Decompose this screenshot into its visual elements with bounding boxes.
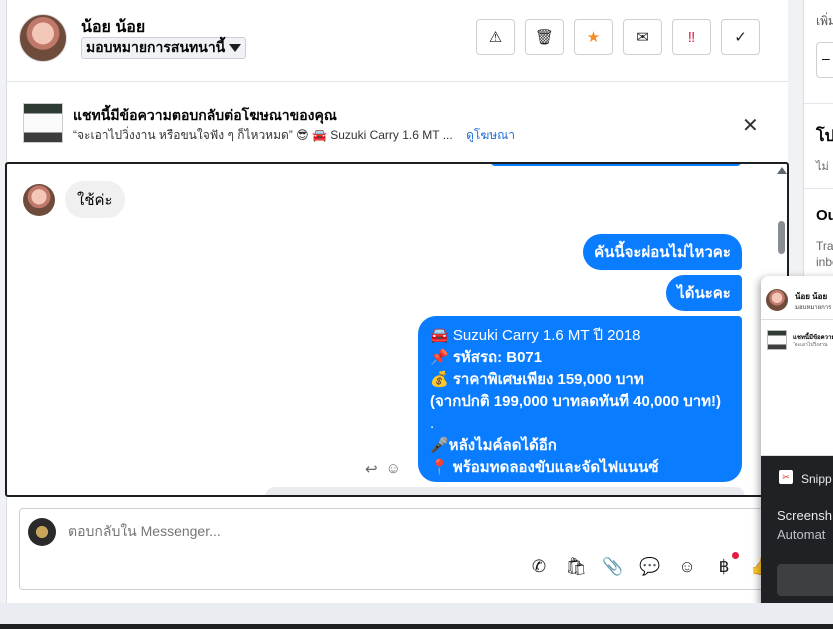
notification-title: Screensh [777,508,832,523]
scrollbar-thumb[interactable] [778,221,785,254]
screenshot-preview[interactable]: น้อย น้อย มอบหมายการ แชทนี้มีข้อความ “จะ… [761,276,833,456]
listing-line: . [430,415,435,432]
listing-line: 📌 รหัสรถ: B071 [430,349,543,366]
outgoing-message-listing[interactable]: 🚘 Suzuki Carry 1.6 MT ปี 2018 📌 รหัสรถ: … [418,316,742,482]
ad-banner-subtitle: “จะเอาไปวิ่งงาน หรือขนใจฟัง ๆ ก็ไหวหมด” … [73,126,515,145]
outgoing-message[interactable]: คันนี้จะผ่อนไม่ไหวคะ [583,234,742,270]
reply-composer: ✆ 🛍 📎 💬 ☺ ฿ 👍 [19,508,779,590]
listing-line: 🎤หลังไมค์ลดได้อีก [430,437,557,454]
listing-line: 💰 ราคาพิเศษเพียง 159,000 บาท [430,371,644,388]
previous-message-bubble [491,164,741,166]
done-icon: ✓ [734,29,747,46]
message-thread[interactable]: ใช้ค่ะ คันนี้จะผ่อนไม่ไหวคะ ได้นะคะ 🚘 Su… [5,162,789,497]
spam-icon: ⚠ [488,29,503,46]
listing-line: 📍 พร้อมทดลองขับและจัดไฟแนนซ์ [430,459,659,476]
conversation-header: น้อย น้อย มอบหมายการสนทนานี้ ⚠ 🗑 ★ ✉ ‼ ✓ [7,0,789,82]
listing-line: (จากปกติ 199,000 บาทลดทันที 40,000 บาท!) [430,393,722,410]
ad-thumbnail[interactable] [23,103,63,143]
scroll-up-arrow-icon[interactable] [777,167,787,174]
app-name: Snipp [801,472,832,486]
important-icon: ‼ [687,28,696,46]
listing-line: 🚘 Suzuki Carry 1.6 MT ปี 2018 [430,327,641,344]
divider [804,188,833,189]
phone-icon[interactable]: ✆ [528,557,550,577]
divider [804,103,833,104]
next-message-preview [265,487,745,495]
composer-toolbar: ✆ 🛍 📎 💬 ☺ ฿ 👍 [528,552,772,577]
assign-label: มอบหมายการสนทนานี้ [86,39,226,55]
section-title: โป [816,128,833,145]
reply-input[interactable] [68,523,718,539]
right-panel-header: เพิ่ม [816,14,833,28]
message-actions: ↩ ☺ [365,460,401,478]
page-avatar [28,518,56,546]
shopping-bag-icon[interactable]: 🛍 [565,557,587,577]
mark-unread-button[interactable]: ✉ [623,19,662,55]
section-title: Ou [816,207,833,224]
star-icon: ★ [586,29,601,46]
reply-icon[interactable]: ↩ [365,460,378,478]
preview-select: มอบหมายการ [795,305,832,311]
section-subtitle-line: Trac [816,239,833,253]
section-subtitle: ไม่ [816,161,829,173]
chat-bubble-icon[interactable]: 💬 [639,557,661,577]
notification-dot [732,552,739,559]
notification-action-button[interactable] [777,564,833,596]
done-button[interactable]: ✓ [721,19,760,55]
conversation-panel: น้อย น้อย มอบหมายการสนทนานี้ ⚠ 🗑 ★ ✉ ‼ ✓ แชทน… [5,0,789,603]
preview-avatar [766,289,788,311]
screenshot-notification[interactable]: น้อย น้อย มอบหมายการ แชทนี้มีข้อความ “จะ… [761,276,833,611]
notification-body: ✂ Snipp Screensh Automat [761,456,833,611]
assign-conversation-dropdown[interactable]: มอบหมายการสนทนานี้ [81,37,247,59]
ad-banner-title: แชทนี้มีข้อความตอบกลับต่อโฆษณาของคุณ [73,107,337,123]
incoming-message[interactable]: ใช้ค่ะ [65,181,125,218]
conversation-toolbar: ⚠ 🗑 ★ ✉ ‼ ✓ [476,19,760,57]
react-emoji-icon[interactable]: ☺ [386,460,401,478]
contact-avatar[interactable] [19,14,67,62]
mark-unread-icon: ✉ [636,29,649,46]
taskbar-edge [0,624,833,629]
star-button[interactable]: ★ [574,19,613,55]
preview-divider [761,319,833,320]
notification-subtitle: Automat [777,527,826,542]
caret-down-icon [229,44,242,52]
spam-button[interactable]: ⚠ [476,19,515,55]
snipping-tool-icon: ✂ [779,470,793,484]
close-icon[interactable]: ✕ [742,113,759,138]
paperclip-icon[interactable]: 📎 [602,557,624,577]
baht-icon[interactable]: ฿ [713,552,739,577]
preview-ad-text: “จะเอาไปวิ่งงาน [793,342,828,348]
outgoing-message[interactable]: ได้นะคะ [666,275,742,311]
ad-banner-text: “จะเอาไปวิ่งงาน หรือขนใจฟัง ๆ ก็ไหวหมด” … [73,128,453,142]
ad-reply-banner: แชทนี้มีข้อความตอบกลับต่อโฆษณาของคุณ “จะ… [7,83,789,162]
sender-avatar [23,184,55,216]
delete-button[interactable]: 🗑 [525,19,564,55]
important-button[interactable]: ‼ [672,19,711,55]
emoji-icon[interactable]: ☺ [676,557,698,577]
section-subtitle-line: inbo [816,255,833,269]
preview-ad-thumb [767,330,787,350]
delete-icon: 🗑 [534,29,555,46]
view-ad-link[interactable]: ดูโฆษณา [466,128,515,142]
section-subtitle: Trac inbo [816,238,833,270]
right-panel-select[interactable]: – [816,42,833,78]
